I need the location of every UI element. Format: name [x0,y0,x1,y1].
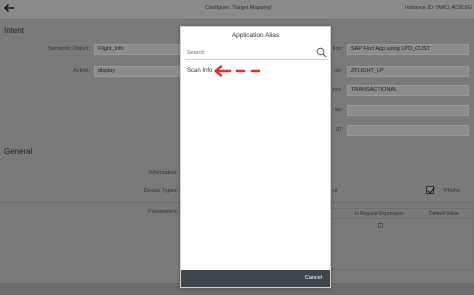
application-type-label: tion: [332,46,343,52]
phone-label: Phone [444,188,460,194]
role-input[interactable]: ZFLIGHT_LP [347,66,469,77]
phone-checkbox[interactable] [426,186,434,194]
col-regex-header: Is Regular Expression [355,211,404,217]
section-intent-title: Intent [4,26,25,35]
parameters-label: Parameters: [148,209,178,215]
search-field [185,46,328,60]
parameters-table: Is Regular Expression Default Value [330,208,474,270]
parameters-table-header: Is Regular Expression Default Value [331,209,473,219]
instance-id: Instance ID: 5WCL4CW.8G [405,5,472,11]
role-label: ole: [334,68,343,74]
shell-header: Configure: 'Target Mapping' Instance ID:… [0,0,474,20]
application-alias-label: ias: [334,107,343,113]
back-button[interactable] [2,2,16,16]
app-root: Configure: 'Target Mapping' Instance ID:… [0,0,474,295]
instance-input[interactable]: TRANSACTIONAL [347,85,469,96]
page-title: Configure: 'Target Mapping' [205,5,272,11]
semantic-object-label: Semantic Object: [48,46,90,52]
cancel-button[interactable]: Cancel [301,272,326,285]
semantic-object-input[interactable]: Flight_Info [94,44,180,55]
search-input[interactable] [185,46,313,59]
application-type-input[interactable]: SAP Fiori App using LPD_CUST [347,44,469,55]
col-default-value-header: Default Value [429,211,459,217]
device-types-desktop-label: pt [333,188,338,194]
regex-checkbox[interactable] [378,223,383,228]
information-label: Information: [148,170,178,176]
device-types-label: Device Types: [143,188,178,194]
application-alias-input[interactable] [347,105,469,116]
application-id-input[interactable] [347,125,469,136]
application-id-label: ID: [335,127,343,133]
dialog-footer: Cancel [181,270,330,287]
action-input[interactable]: display [94,66,180,77]
action-label: Action: [73,68,90,74]
instance-label: nce: [332,87,343,93]
arrow-left-icon [4,4,14,12]
dialog-title: Application Alias [231,32,280,39]
section-general-title: General [4,147,33,156]
annotation-arrow-icon [214,65,261,77]
search-icon[interactable] [316,47,327,58]
